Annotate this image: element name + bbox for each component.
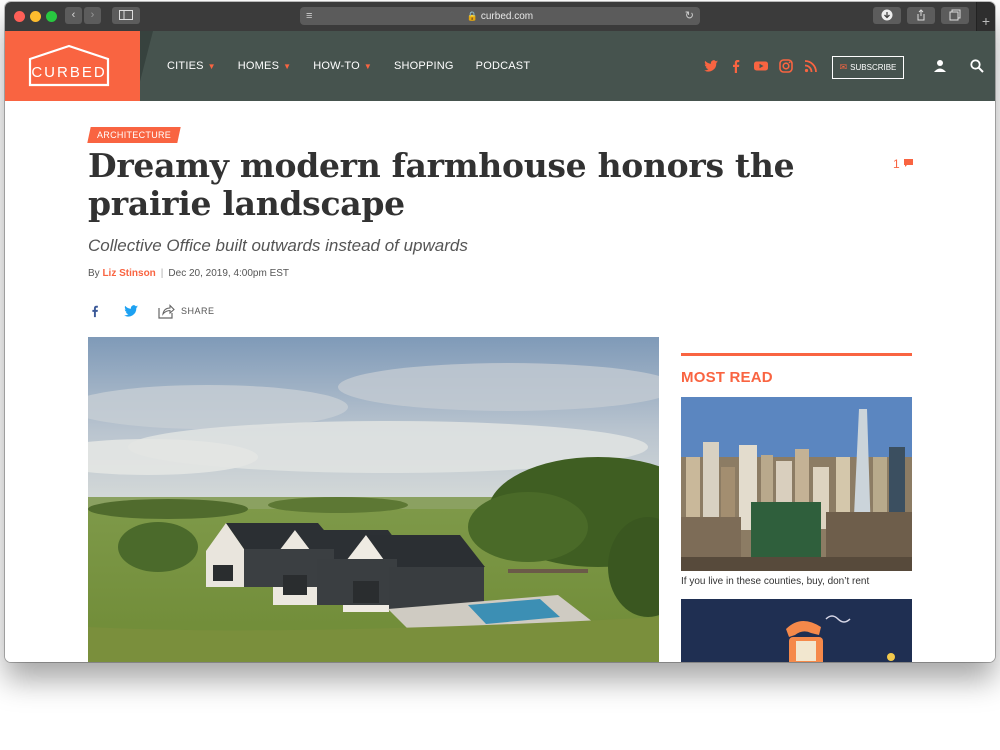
byline-prefix: By <box>88 268 100 279</box>
user-account-icon[interactable] <box>933 59 947 73</box>
browser-toolbar: ‹ › ≡ 🔒 curbed.com ↻ + <box>5 2 995 32</box>
comment-bubble-icon <box>904 159 914 167</box>
reader-view-icon[interactable]: ≡ <box>306 7 312 25</box>
instagram-icon[interactable] <box>778 58 794 74</box>
rss-icon[interactable] <box>803 58 819 74</box>
nav-label: CITIES <box>167 60 204 72</box>
share-label: SHARE <box>181 306 215 316</box>
download-icon <box>881 9 893 21</box>
subscribe-label: SUBSCRIBE <box>850 63 897 72</box>
youtube-icon[interactable] <box>753 58 769 74</box>
most-read-item-image[interactable] <box>681 397 912 571</box>
publish-date: Dec 20, 2019, 4:00pm EST <box>168 268 290 279</box>
nav-item-podcast[interactable]: PODCAST <box>476 60 531 72</box>
most-read-heading: MOST READ <box>681 369 773 386</box>
category-tag-label: ARCHITECTURE <box>97 130 172 140</box>
farmhouse-photo <box>88 337 659 662</box>
share-sheet-button[interactable] <box>907 7 935 24</box>
nav-item-how-to[interactable]: HOW-TO ▼ <box>313 60 372 72</box>
zoom-window-button[interactable] <box>46 11 57 22</box>
most-read-item-image-2[interactable] <box>681 599 912 662</box>
logo-text: CURBED <box>31 64 106 81</box>
sidebar-rule <box>681 353 912 356</box>
twitter-icon[interactable] <box>703 58 719 74</box>
tabs-icon <box>949 9 961 21</box>
nav-item-cities[interactable]: CITIES ▼ <box>167 60 216 72</box>
most-read-sidebar: MOST READ If you live in these counties,… <box>681 353 912 662</box>
sidebar-toggle-button[interactable] <box>112 7 140 24</box>
envelope-icon: ✉ <box>839 62 848 72</box>
chevron-down-icon: ▼ <box>207 62 216 71</box>
nav-label: PODCAST <box>475 60 531 72</box>
forward-button[interactable]: › <box>84 7 101 24</box>
main-nav: CITIES ▼ HOMES ▼ HOW-TO ▼ SHOPPING PODCAST <box>167 31 552 101</box>
back-button[interactable]: ‹ <box>65 7 82 24</box>
minimize-window-button[interactable] <box>30 11 41 22</box>
twitter-share-icon[interactable] <box>122 303 140 319</box>
address-bar[interactable]: ≡ 🔒 curbed.com ↻ <box>300 7 700 25</box>
article-title: Dreamy modern farmhouse honors the prair… <box>88 146 795 223</box>
tabs-overview-button[interactable] <box>941 7 969 24</box>
telephone-illustration <box>681 599 912 662</box>
subscribe-button[interactable]: ✉ SUBSCRIBE <box>832 56 904 79</box>
search-icon[interactable] <box>970 59 984 73</box>
facebook-share-icon[interactable] <box>88 303 102 319</box>
lock-icon: 🔒 <box>466 11 479 21</box>
chevron-down-icon: ▼ <box>283 62 292 71</box>
nav-label: HOMES <box>237 60 280 72</box>
social-links <box>703 58 828 74</box>
chevron-down-icon: ▼ <box>363 62 372 71</box>
byline: By Liz Stinson | Dec 20, 2019, 4:00pm EST <box>88 268 289 279</box>
browser-window: ‹ › ≡ 🔒 curbed.com ↻ + CURBED CITIES ▼ H… <box>5 2 995 662</box>
share-bar: SHARE <box>88 303 215 319</box>
sidebar-icon <box>119 10 133 20</box>
most-read-item-caption[interactable]: If you live in these counties, buy, don’… <box>681 576 912 587</box>
city-skyline-photo <box>681 397 912 571</box>
hero-image <box>88 337 659 662</box>
nav-label: HOW-TO <box>313 60 360 72</box>
site-header: CURBED CITIES ▼ HOMES ▼ HOW-TO ▼ SHOPPING P… <box>5 31 995 101</box>
nav-item-shopping[interactable]: SHOPPING <box>394 60 454 72</box>
comment-count: 1 <box>893 157 900 171</box>
new-tab-button[interactable]: + <box>976 2 995 31</box>
article-subtitle: Collective Office built outwards instead… <box>88 236 468 255</box>
author-link[interactable]: Liz Stinson <box>102 268 155 279</box>
article-content: ARCHITECTURE Dreamy modern farmhouse hon… <box>5 101 995 662</box>
share-icon <box>917 9 925 21</box>
byline-separator: | <box>160 268 164 279</box>
curbed-logo[interactable]: CURBED <box>5 31 140 101</box>
category-tag[interactable]: ARCHITECTURE <box>87 127 181 143</box>
nav-label: SHOPPING <box>394 60 454 72</box>
close-window-button[interactable] <box>14 11 25 22</box>
reload-icon[interactable]: ↻ <box>685 7 694 25</box>
logo-badge: CURBED <box>28 44 110 87</box>
share-button[interactable]: SHARE <box>158 303 215 319</box>
nav-item-homes[interactable]: HOMES ▼ <box>238 60 291 72</box>
comment-count-link[interactable]: 1 <box>893 157 914 171</box>
downloads-button[interactable] <box>873 7 901 24</box>
facebook-icon[interactable] <box>728 58 744 74</box>
share-arrow-icon <box>158 303 175 319</box>
url-text: curbed.com <box>480 11 534 22</box>
